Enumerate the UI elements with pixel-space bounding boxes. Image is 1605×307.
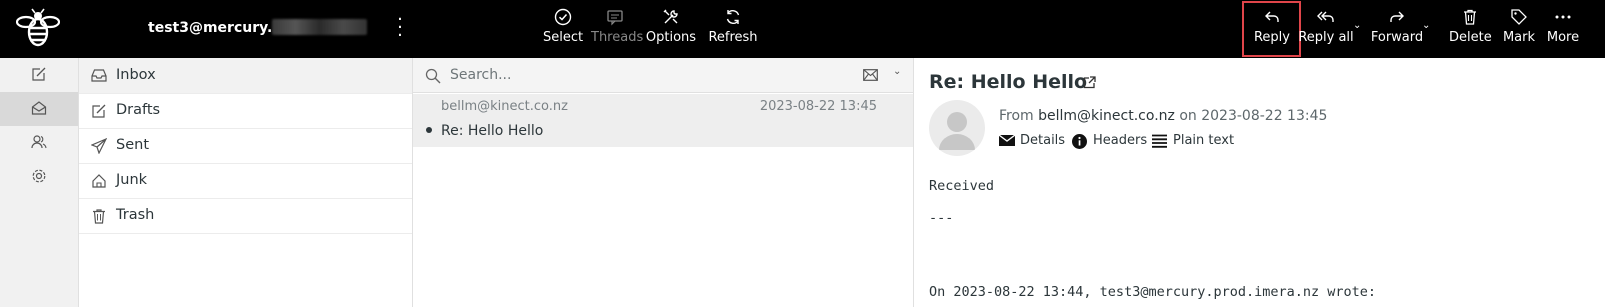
contacts-nav-button[interactable] — [0, 126, 78, 160]
envelope-icon — [999, 134, 1015, 146]
options-tools-icon — [663, 9, 678, 24]
folder-label: Drafts — [116, 102, 161, 118]
reply-all-label: Reply all — [1298, 30, 1354, 45]
sent-icon — [91, 138, 107, 154]
reply-highlight-box — [1242, 1, 1301, 57]
body-line: On 2023-08-22 13:44, test3@mercury.prod.… — [929, 284, 1377, 300]
folder-label: Sent — [116, 137, 150, 153]
contacts-icon — [31, 135, 47, 149]
sender-avatar — [929, 100, 985, 156]
delete-button[interactable]: Delete — [1449, 0, 1492, 58]
mark-button[interactable]: Mark — [1500, 0, 1538, 58]
sender-email[interactable]: bellm@kinect.co.nz — [1038, 108, 1175, 124]
search-options-chevron-icon[interactable]: ⌄ — [893, 66, 901, 77]
account-email[interactable]: test3@mercury. — [148, 19, 368, 36]
threads-icon — [607, 10, 623, 26]
more-button[interactable]: More — [1543, 0, 1583, 58]
mail-nav-button[interactable] — [0, 92, 78, 126]
account-label: test3@mercury. — [148, 20, 273, 36]
on-text: on — [1179, 108, 1197, 124]
folder-label: Junk — [116, 172, 148, 188]
folder-list: Inbox Drafts Sent Junk Trash — [79, 58, 413, 307]
top-toolbar: test3@mercury. · · · Select Threads Option… — [0, 0, 1605, 58]
threads-label: Threads — [591, 30, 644, 45]
body-line: Received — [929, 178, 995, 194]
options-label: Options — [645, 30, 697, 45]
forward-dropdown-icon[interactable]: ⌄ — [1422, 20, 1430, 31]
inbox-icon — [91, 69, 107, 82]
refresh-label: Refresh — [708, 30, 758, 45]
account-menu-icon[interactable]: · · · — [396, 11, 404, 45]
folder-inbox[interactable]: Inbox — [79, 58, 412, 94]
search-bar[interactable]: Search... ⌄ — [413, 58, 913, 93]
message-row[interactable]: bellm@kinect.co.nz 2023-08-22 13:45 Re: … — [413, 94, 913, 147]
mark-label: Mark — [1502, 30, 1536, 45]
select-label: Select — [543, 30, 584, 45]
folder-label: Inbox — [116, 67, 156, 83]
folder-label: Trash — [116, 207, 155, 223]
message-subject: Re: Hello Hello — [441, 123, 544, 139]
mail-open-icon — [31, 101, 47, 115]
user-placeholder-icon — [939, 112, 975, 150]
reply-all-button[interactable]: Reply all — [1298, 0, 1354, 58]
info-icon — [1072, 134, 1087, 149]
headers-label: Headers — [1093, 133, 1148, 148]
search-icon — [425, 68, 441, 84]
settings-nav-button[interactable] — [0, 160, 78, 194]
envelope-filter-icon[interactable] — [863, 69, 878, 81]
reply-all-icon — [1317, 11, 1334, 22]
open-external-icon[interactable] — [1083, 76, 1096, 89]
delete-label: Delete — [1449, 30, 1492, 45]
message-from: bellm@kinect.co.nz — [441, 99, 568, 114]
more-label: More — [1546, 30, 1580, 45]
plain-text-label: Plain text — [1173, 133, 1235, 148]
left-icon-bar — [0, 58, 79, 307]
from-prefix: From — [999, 108, 1034, 124]
bee-logo-icon[interactable] — [15, 8, 61, 50]
threads-button[interactable]: Threads — [591, 0, 644, 58]
gear-icon — [32, 169, 46, 183]
trash-icon — [1464, 9, 1476, 25]
forward-label: Forward — [1370, 30, 1424, 45]
drafts-icon — [92, 104, 106, 118]
junk-icon — [92, 174, 106, 188]
trash-icon — [93, 209, 105, 224]
message-list: Search... ⌄ bellm@kinect.co.nz 2023-08-2… — [413, 58, 914, 307]
compose-icon — [32, 67, 46, 81]
search-input[interactable]: Search... — [450, 67, 511, 83]
forward-icon — [1390, 11, 1404, 22]
message-title: Re: Hello Hello — [929, 71, 1088, 93]
tag-icon — [1511, 9, 1527, 25]
reply-all-dropdown-icon[interactable]: ⌄ — [1353, 20, 1361, 31]
lines-icon — [1152, 134, 1167, 148]
select-button[interactable]: Select — [543, 0, 583, 58]
compose-nav-button[interactable] — [0, 58, 78, 92]
from-line: From bellm@kinect.co.nz on 2023-08-22 13… — [999, 108, 1327, 124]
options-button[interactable]: Options — [645, 0, 697, 58]
refresh-icon — [726, 9, 740, 25]
folder-junk[interactable]: Junk — [79, 163, 412, 199]
folder-drafts[interactable]: Drafts — [79, 93, 412, 129]
unread-dot-icon — [426, 127, 432, 133]
refresh-button[interactable]: Refresh — [705, 0, 761, 58]
reading-pane: Re: Hello Hello From bellm@kinect.co.nz … — [915, 58, 1605, 307]
folder-sent[interactable]: Sent — [79, 128, 412, 164]
more-dots-icon — [1555, 15, 1571, 19]
forward-button[interactable]: Forward — [1368, 0, 1426, 58]
select-icon — [554, 8, 572, 26]
folder-trash[interactable]: Trash — [79, 198, 412, 234]
redacted-domain — [272, 19, 368, 35]
message-datetime: 2023-08-22 13:45 — [1201, 108, 1328, 124]
details-label: Details — [1020, 133, 1066, 148]
message-date: 2023-08-22 13:45 — [759, 99, 877, 114]
body-line: --- — [929, 210, 954, 226]
